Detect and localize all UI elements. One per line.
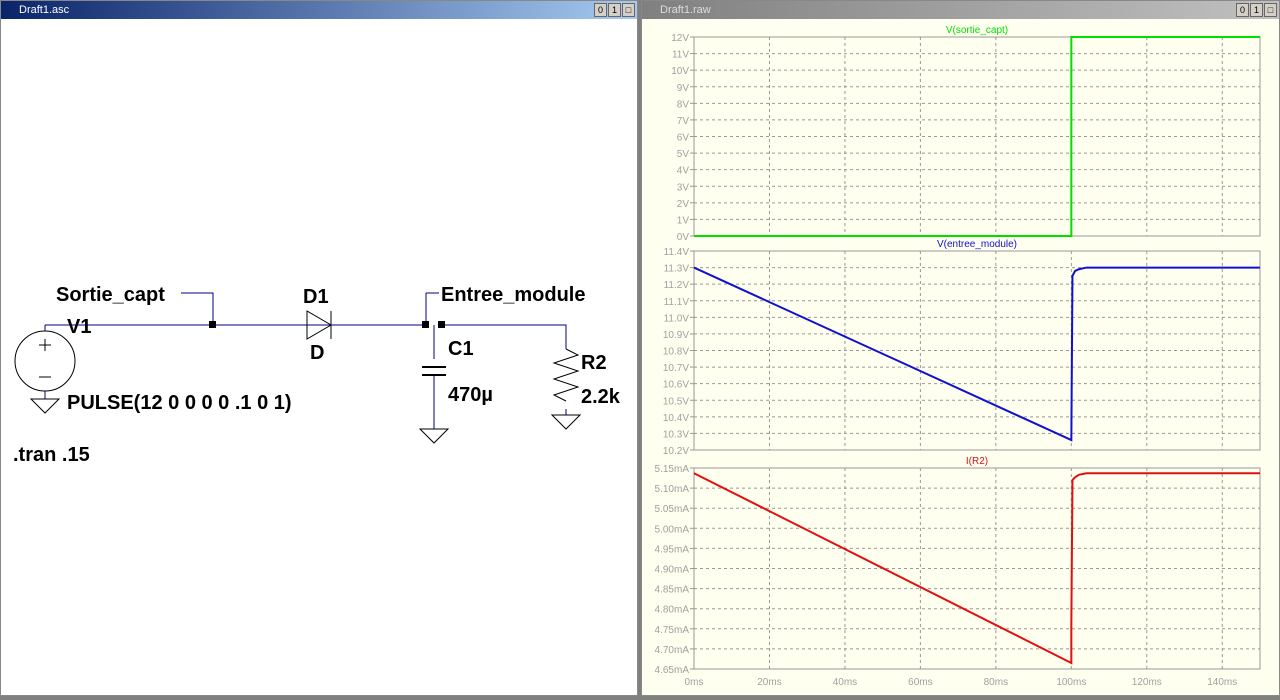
y-tick-label: 2V — [677, 199, 690, 210]
schematic-title-bar[interactable]: Draft1.asc 0 1 □ — [1, 1, 637, 19]
y-tick-label: 5.05mA — [655, 504, 690, 515]
trace-title[interactable]: V(sortie_capt) — [946, 25, 1008, 36]
trace-title[interactable]: V(entree_module) — [937, 239, 1017, 250]
y-tick-label: 10.2V — [663, 446, 689, 457]
y-tick-label: 4.80mA — [655, 605, 690, 616]
x-tick-label: 20ms — [757, 677, 781, 688]
y-tick-label: 4.70mA — [655, 645, 690, 656]
y-tick-label: 11.1V — [664, 297, 690, 308]
y-tick-label: 7V — [677, 116, 690, 127]
y-tick-label: 3V — [677, 182, 690, 193]
y-tick-label: 12V — [671, 33, 689, 44]
net-label-entree[interactable]: Entree_module — [441, 284, 585, 306]
y-tick-label: 1V — [677, 215, 690, 226]
x-tick-label: 40ms — [833, 677, 857, 688]
y-tick-label: 5V — [677, 149, 690, 160]
x-tick-label: 140ms — [1207, 677, 1237, 688]
y-tick-label: 11.4V — [664, 247, 690, 258]
pulse-directive[interactable]: PULSE(12 0 0 0 0 .1 0 1) — [67, 392, 292, 414]
schematic-canvas[interactable]: Sortie_capt Entree_module V1 D1 D C1 470… — [1, 19, 637, 695]
restore-button[interactable]: 1 — [1250, 3, 1263, 17]
r2-label[interactable]: R2 — [581, 352, 607, 374]
x-tick-label: 100ms — [1056, 677, 1086, 688]
window-title: Draft1.raw — [660, 4, 711, 16]
x-tick-label: 120ms — [1132, 677, 1162, 688]
y-tick-label: 10.4V — [663, 413, 689, 424]
y-tick-label: 10.8V — [663, 347, 689, 358]
plot-pane-2[interactable]: I(R2) 4.65mA 4.70mA 4.75mA 4.80mA 4.85mA 4.90m… — [655, 456, 1261, 676]
y-tick-label: 10.3V — [663, 429, 689, 440]
plot-pane-1[interactable]: V(entree_module) 10.2V 10.3V 10.4V 10.5V 10.6… — [663, 239, 1261, 457]
minimize-button[interactable]: 0 — [1236, 3, 1249, 17]
trace-blue[interactable] — [693, 266, 1260, 442]
trace-title[interactable]: I(R2) — [966, 456, 988, 467]
tran-directive[interactable]: .tran .15 — [13, 444, 90, 466]
y-tick-label: 4.65mA — [655, 665, 690, 676]
v1-label[interactable]: V1 — [67, 316, 91, 338]
y-tick-label: 8V — [677, 99, 690, 110]
y-tick-label: 9V — [677, 83, 690, 94]
y-tick-label: 4V — [677, 166, 690, 177]
y-tick-label: 4.95mA — [655, 544, 690, 555]
x-tick-label: 80ms — [984, 677, 1008, 688]
waveform-window[interactable]: Draft1.raw 0 1 □ V(sortie_capt) 0V 1V 2V 3V 4V 5… — [641, 0, 1280, 696]
maximize-button[interactable]: □ — [1264, 3, 1277, 17]
d1-model[interactable]: D — [310, 342, 324, 364]
y-tick-label: 10.6V — [663, 380, 689, 391]
waveform-plots[interactable]: V(sortie_capt) 0V 1V 2V 3V 4V 5V 6V 7V 8V 9V 10V 11V… — [642, 19, 1279, 695]
x-tick-label: 60ms — [908, 677, 932, 688]
y-tick-label: 5.00mA — [655, 524, 690, 535]
y-tick-label: 0V — [677, 232, 690, 243]
y-tick-label: 10.5V — [663, 396, 689, 407]
capacitor-c1 — [422, 366, 446, 376]
d1-label[interactable]: D1 — [303, 286, 329, 308]
minimize-button[interactable]: 0 — [594, 3, 607, 17]
plot-pane-0[interactable]: V(sortie_capt) 0V 1V 2V 3V 4V 5V 6V 7V 8V 9V 10V 11V… — [671, 25, 1261, 243]
maximize-button[interactable]: □ — [622, 3, 635, 17]
y-tick-label: 10.9V — [663, 330, 689, 341]
window-title: Draft1.asc — [19, 4, 70, 16]
y-tick-label: 11.2V — [664, 280, 690, 291]
y-tick-label: 10.7V — [663, 363, 689, 374]
y-tick-label: 4.75mA — [655, 625, 690, 636]
y-tick-label: 11.3V — [664, 264, 690, 275]
x-tick-label: 0ms — [685, 677, 704, 688]
y-tick-label: 5.15mA — [655, 464, 690, 475]
c1-value[interactable]: 470µ — [448, 384, 493, 406]
source-polarity — [39, 339, 51, 378]
y-tick-label: 10V — [671, 66, 689, 77]
y-tick-label: 11V — [672, 50, 689, 61]
restore-button[interactable]: 1 — [608, 3, 621, 17]
schematic-window[interactable]: Draft1.asc 0 1 □ Sortie_capt Entree_module… — [0, 0, 638, 696]
waveform-title-bar[interactable]: Draft1.raw 0 1 □ — [642, 1, 1279, 19]
y-tick-label: 4.90mA — [655, 565, 690, 576]
r2-value[interactable]: 2.2k — [581, 386, 621, 408]
resistor-r2 — [552, 348, 580, 402]
y-tick-label: 5.10mA — [655, 484, 690, 495]
net-label-sortie[interactable]: Sortie_capt — [56, 284, 165, 306]
y-tick-label: 11.0V — [664, 313, 690, 324]
y-tick-label: 4.85mA — [655, 585, 690, 596]
y-tick-label: 6V — [677, 133, 690, 144]
c1-label[interactable]: C1 — [448, 338, 474, 360]
